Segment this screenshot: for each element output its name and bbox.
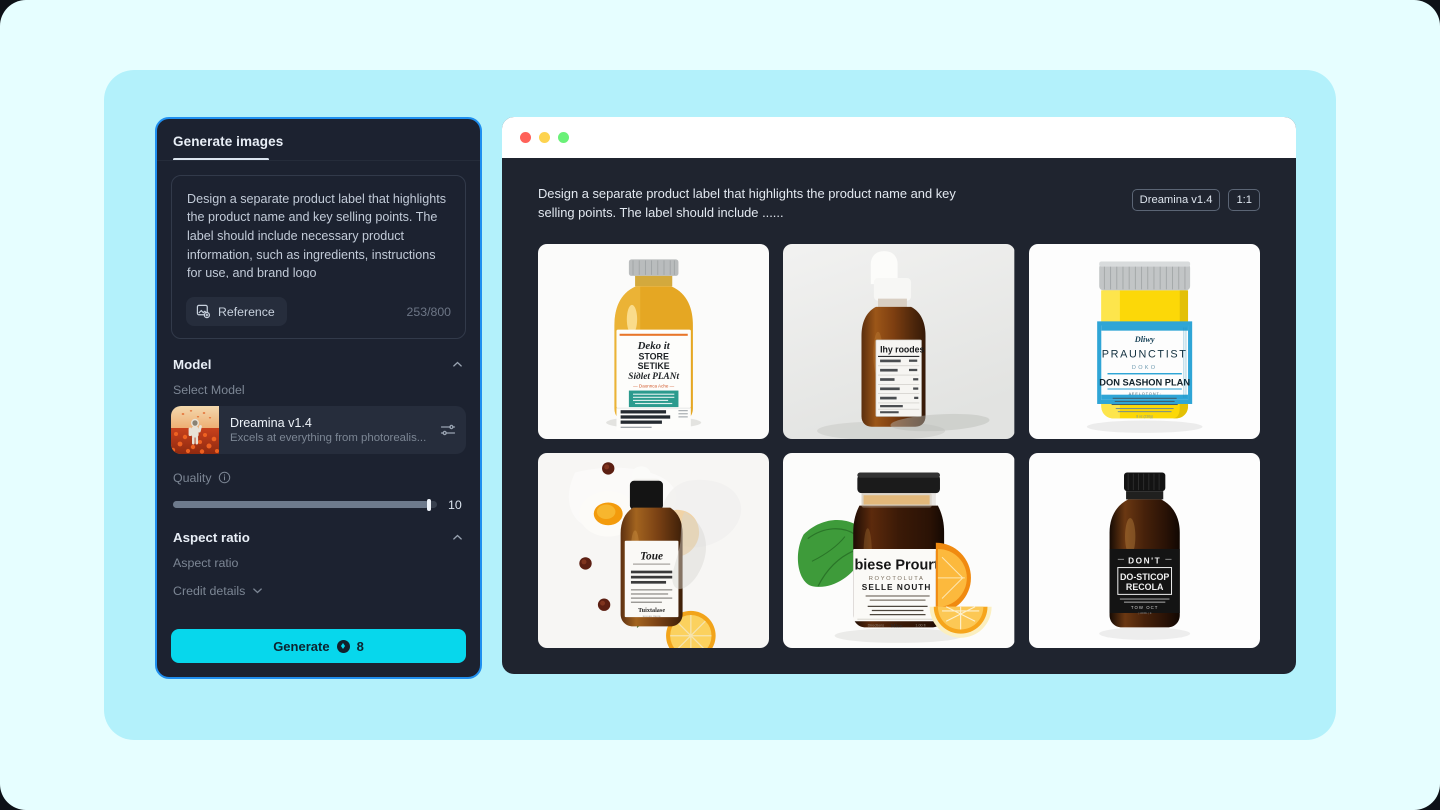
quality-slider-knob[interactable] (427, 498, 432, 511)
badge-aspect-ratio[interactable]: 1:1 (1228, 189, 1260, 211)
image-plus-icon (196, 304, 211, 319)
quality-slider[interactable] (173, 498, 437, 511)
quality-label: Quality (173, 470, 212, 485)
window-title-bar (502, 117, 1296, 158)
result-image-4[interactable]: Toue Tuixtalase sou au rouge (538, 453, 770, 648)
reference-button-label: Reference (218, 304, 275, 319)
quality-slider-row[interactable]: 10 (157, 498, 480, 512)
quality-slider-fill (173, 501, 430, 508)
aspect-ratio-section-title: Aspect ratio (173, 529, 250, 545)
credit-coin-icon (336, 639, 350, 653)
generate-credit-cost: 8 (356, 638, 364, 654)
svg-text:SELLE NOUTH: SELLE NOUTH (862, 583, 932, 592)
model-section-title: Model (173, 356, 212, 372)
svg-text:— Daonnca Ache —: — Daonnca Ache — (633, 383, 675, 388)
svg-text:DO-STICOP: DO-STICOP (1120, 572, 1169, 582)
reference-button[interactable]: Reference (186, 297, 287, 326)
tab-divider (157, 159, 480, 161)
badge-model[interactable]: Dreamina v1.4 (1131, 189, 1221, 211)
credit-details-label: Credit details (173, 583, 246, 598)
preview-window: Design a separate product label that hig… (502, 117, 1296, 674)
select-model-label: Select Model (173, 382, 245, 397)
maximize-dot[interactable] (558, 132, 569, 143)
model-card-dreamina[interactable]: Dreamina v1.4 Excels at everything from … (171, 405, 466, 454)
prompt-box[interactable]: Design a separate product label that hig… (171, 174, 466, 339)
svg-text:Toue: Toue (640, 550, 663, 562)
chevron-up-icon[interactable] (451, 358, 464, 371)
credit-details-row[interactable]: Credit details (157, 584, 480, 598)
char-counter: 253/800 (406, 304, 451, 319)
model-meta: Dreamina v1.4 Excels at everything from … (219, 416, 440, 444)
svg-text:sou au rouge: sou au rouge (643, 614, 661, 618)
result-image-1[interactable]: Deko it STORE SETIKE Siдlet PLANt — Daon… (538, 244, 770, 439)
svg-text:Tuixtalase: Tuixtalase (638, 607, 665, 614)
svg-text:Ihy roodes: Ihy roodes (880, 344, 924, 354)
aspect-ratio-section-header[interactable]: Aspect ratio (157, 530, 480, 545)
result-image-6[interactable]: DON'T DO-STICOP RECOLA TOW OCT ( 100ML )… (1028, 453, 1260, 648)
svg-text:DOKO: DOKO (1132, 365, 1157, 371)
aspect-ratio-sub-label[interactable]: Aspect ratio (157, 556, 480, 570)
svg-text:biese Prourt: biese Prourt (855, 558, 939, 574)
preview-prompt-header: Design a separate product label that hig… (538, 184, 1260, 222)
preview-body: Design a separate product label that hig… (502, 158, 1296, 648)
quality-value: 10 (448, 497, 462, 512)
model-description: Excels at everything from photorealis... (230, 431, 427, 444)
panel-tabs: Generate images (157, 119, 480, 158)
svg-text:SETIKE: SETIKE (638, 361, 670, 371)
model-thumbnail (171, 405, 219, 454)
svg-text:8 oz (236g): 8 oz (236g) (1136, 414, 1153, 418)
svg-text:Siдlet PLANt: Siдlet PLANt (628, 371, 679, 382)
info-circle-icon[interactable] (218, 471, 231, 484)
svg-text:Mlen: Mlen (891, 623, 903, 629)
quality-row: Quality (157, 471, 480, 485)
result-image-5[interactable]: biese Prourt ROYOTOLUTA SELLE NOUTH Dire… (783, 453, 1015, 648)
sliders-icon[interactable] (440, 422, 456, 438)
svg-text:PRAUNCTIST: PRAUNCTIST (1101, 349, 1187, 361)
result-image-2[interactable]: Ihy roodes (783, 244, 1015, 439)
svg-text:Directions: Directions (868, 623, 885, 627)
svg-text:TOW OCT: TOW OCT (1131, 605, 1159, 610)
prompt-footer: Reference 253/800 (172, 286, 465, 338)
svg-text:Deko it: Deko it (637, 340, 671, 352)
svg-text:A E E L O T O N T :: A E E L O T O N T : (1128, 392, 1160, 396)
minimize-dot[interactable] (539, 132, 550, 143)
tab-generate-images[interactable]: Generate images (173, 134, 283, 158)
chevron-up-icon-aspect[interactable] (451, 531, 464, 544)
prompt-input[interactable]: Design a separate product label that hig… (172, 176, 465, 278)
result-image-3[interactable]: Dliwy PRAUNCTIST DOKO DON SASHON PLAN A … (1028, 244, 1260, 439)
chevron-down-icon[interactable] (251, 584, 264, 597)
svg-text:RECOLA: RECOLA (1126, 582, 1164, 592)
app-root: Generate images Design a separate produc… (0, 0, 1440, 810)
svg-text:( 100ML ) E: ( 100ML ) E (1137, 611, 1151, 615)
preview-prompt-text: Design a separate product label that hig… (538, 186, 956, 220)
model-name: Dreamina v1.4 (230, 415, 312, 430)
svg-text:DON SASHON PLAN: DON SASHON PLAN (1099, 377, 1190, 387)
results-grid: Deko it STORE SETIKE Siдlet PLANt — Daon… (538, 244, 1260, 648)
close-dot[interactable] (520, 132, 531, 143)
model-section-header[interactable]: Model (157, 357, 480, 372)
generate-panel: Generate images Design a separate produc… (155, 117, 482, 679)
svg-text:Dliwy: Dliwy (1133, 335, 1154, 344)
svg-text:ROYOTOLUTA: ROYOTOLUTA (869, 576, 925, 582)
svg-text:DON'T: DON'T (1128, 556, 1161, 565)
preview-badges: Dreamina v1.4 1:1 (1131, 184, 1260, 211)
svg-text:1.00 fl: 1.00 fl (916, 623, 926, 627)
generate-button-label: Generate (273, 638, 330, 654)
generate-button[interactable]: Generate 8 (171, 629, 466, 663)
